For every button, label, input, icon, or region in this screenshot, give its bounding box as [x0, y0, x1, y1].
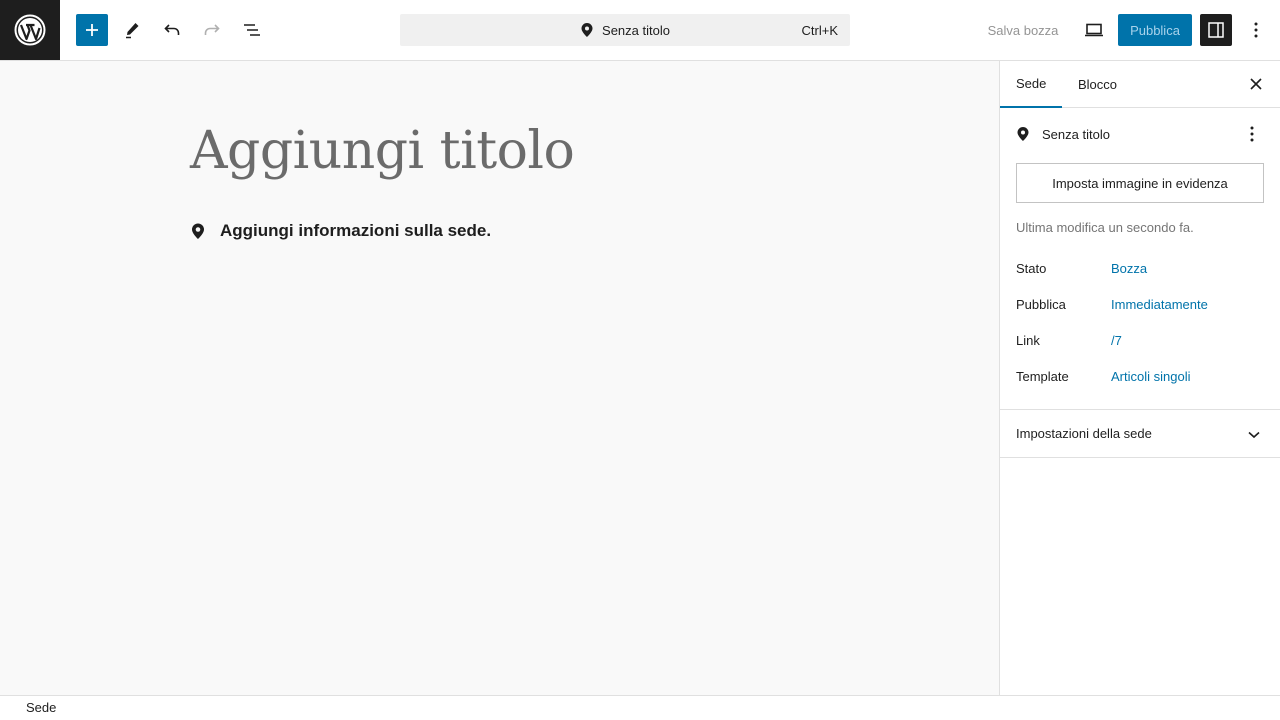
- redo-icon: [204, 24, 220, 35]
- map-pin-icon: [581, 23, 593, 37]
- map-pin-icon: [192, 223, 204, 239]
- sidebar-icon: [1208, 22, 1224, 38]
- command-palette-bar[interactable]: Senza titolo Ctrl+K: [400, 14, 850, 46]
- summary-title: Senza titolo: [1042, 126, 1110, 142]
- publish-row: Pubblica Immediatamente: [1016, 297, 1266, 317]
- keyboard-shortcut-hint: Ctrl+K: [801, 23, 838, 38]
- block-inserter-button[interactable]: [76, 14, 108, 46]
- undo-button[interactable]: [156, 14, 188, 46]
- preview-button[interactable]: [1078, 14, 1110, 46]
- block-breadcrumb-bar: Sede: [0, 695, 1280, 720]
- place-settings-label: Impostazioni della sede: [1016, 426, 1152, 441]
- summary-actions-button[interactable]: [1240, 122, 1264, 146]
- document-overview-button[interactable]: [236, 14, 268, 46]
- plus-icon: [86, 24, 98, 36]
- sidebar-tabs: Sede Blocco: [1000, 61, 1280, 108]
- map-pin-icon: [1017, 127, 1029, 141]
- save-draft-button[interactable]: Salva bozza: [978, 14, 1068, 46]
- more-vertical-icon: [1254, 22, 1258, 38]
- publish-label: Pubblica: [1016, 297, 1066, 312]
- status-value-link[interactable]: Bozza: [1111, 261, 1147, 276]
- post-summary-panel: Senza titolo Imposta immagine in evidenz…: [1000, 108, 1280, 410]
- publish-button[interactable]: Pubblica: [1118, 14, 1192, 46]
- link-row: Link /7: [1016, 333, 1266, 353]
- command-bar-content: Senza titolo: [400, 14, 850, 46]
- pencil-icon: [126, 23, 139, 39]
- document-title: Senza titolo: [602, 22, 670, 38]
- place-info-block[interactable]: Aggiungi informazioni sulla sede.: [190, 221, 491, 241]
- status-label: Stato: [1016, 261, 1047, 276]
- tools-button[interactable]: [116, 14, 148, 46]
- summary-header: Senza titolo: [1016, 122, 1266, 146]
- last-modified-text: Ultima modifica un secondo fa.: [1016, 220, 1194, 235]
- wordpress-logo-button[interactable]: [0, 0, 60, 60]
- place-settings-panel-toggle[interactable]: Impostazioni della sede: [1000, 410, 1280, 458]
- post-title-input[interactable]: Aggiungi titolo: [190, 121, 575, 181]
- chevron-down-icon: [1246, 427, 1262, 443]
- template-label: Template: [1016, 369, 1069, 384]
- editor-canvas: Aggiungi titolo Aggiungi informazioni su…: [0, 61, 999, 695]
- editor-header: Senza titolo Ctrl+K Salva bozza Pubblica: [0, 0, 1280, 61]
- list-view-icon: [244, 24, 260, 36]
- tab-blocco[interactable]: Blocco: [1062, 61, 1133, 108]
- settings-sidebar-toggle[interactable]: [1200, 14, 1232, 46]
- settings-sidebar: Sede Blocco Senza titolo Imposta immagin…: [999, 61, 1280, 695]
- place-info-prompt: Aggiungi informazioni sulla sede.: [220, 221, 492, 240]
- breadcrumb-item-sede[interactable]: Sede: [26, 700, 56, 715]
- template-link[interactable]: Articoli singoli: [1111, 369, 1190, 384]
- more-vertical-icon: [1250, 126, 1254, 142]
- wordpress-logo-icon: [14, 14, 46, 46]
- link-label: Link: [1016, 333, 1040, 348]
- set-featured-image-button[interactable]: Imposta immagine in evidenza: [1016, 163, 1264, 203]
- publish-date-link[interactable]: Immediatamente: [1111, 297, 1208, 312]
- undo-icon: [164, 24, 180, 35]
- close-sidebar-button[interactable]: [1244, 72, 1268, 96]
- status-row: Stato Bozza: [1016, 261, 1266, 281]
- options-menu-button[interactable]: [1240, 14, 1272, 46]
- tab-sede[interactable]: Sede: [1000, 61, 1063, 108]
- laptop-icon: [1085, 23, 1103, 37]
- permalink-link[interactable]: /7: [1111, 333, 1122, 348]
- template-row: Template Articoli singoli: [1016, 369, 1266, 389]
- redo-button[interactable]: [196, 14, 228, 46]
- close-icon: [1250, 78, 1262, 90]
